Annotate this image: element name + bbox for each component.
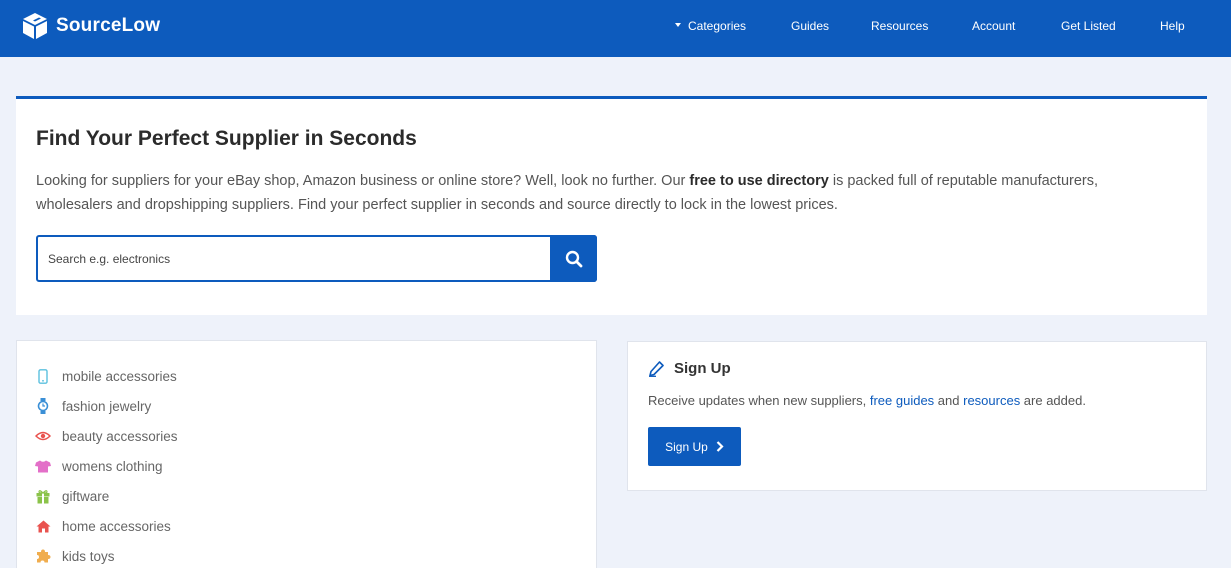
home-icon <box>35 518 51 534</box>
hero-description: Looking for suppliers for your eBay shop… <box>36 169 1176 217</box>
top-navbar: SourceLow Categories Guides Resources Ac… <box>0 0 1231 57</box>
signup-button-label: Sign Up <box>665 439 708 454</box>
nav-guides[interactable]: Guides <box>791 19 829 33</box>
category-item-home-accessories[interactable]: home accessories <box>35 511 178 541</box>
category-item-mobile-accessories[interactable]: mobile accessories <box>35 361 178 391</box>
signup-description: Receive updates when new suppliers, free… <box>648 393 1086 408</box>
resources-link[interactable]: resources <box>963 393 1020 408</box>
hero-text-bold: free to use directory <box>689 173 829 189</box>
gift-icon <box>35 488 51 504</box>
search-input[interactable] <box>38 237 551 280</box>
categories-card: mobile accessories fashion jewelry beaut… <box>16 340 597 568</box>
search-button[interactable] <box>550 235 597 282</box>
box-logo-icon <box>23 13 47 39</box>
signup-button[interactable]: Sign Up <box>648 427 741 466</box>
mobile-phone-icon <box>35 368 51 384</box>
signup-title: Sign Up <box>674 360 731 377</box>
category-item-fashion-jewelry[interactable]: fashion jewelry <box>35 391 178 421</box>
chevron-right-icon <box>716 441 724 452</box>
category-item-womens-clothing[interactable]: womens clothing <box>35 451 178 481</box>
nav-resources[interactable]: Resources <box>871 19 928 33</box>
nav-categories-label: Categories <box>688 19 747 33</box>
pencil-icon <box>649 360 664 377</box>
category-label: womens clothing <box>62 458 163 474</box>
signup-text-start: Receive updates when new suppliers, <box>648 393 870 408</box>
caret-down-icon <box>675 22 681 27</box>
signup-header: Sign Up <box>648 360 731 377</box>
watch-icon <box>35 398 51 414</box>
eye-icon <box>35 428 51 444</box>
nav-account[interactable]: Account <box>972 19 1015 33</box>
nav-get-listed[interactable]: Get Listed <box>1061 19 1116 33</box>
tshirt-icon <box>35 458 51 474</box>
nav-categories[interactable]: Categories <box>675 19 746 33</box>
puzzle-icon <box>35 548 51 564</box>
signup-text-mid: and <box>934 393 964 408</box>
category-list: mobile accessories fashion jewelry beaut… <box>35 361 178 568</box>
category-label: beauty accessories <box>62 428 178 444</box>
hero-text-start: Looking for suppliers for your eBay shop… <box>36 173 690 189</box>
category-item-giftware[interactable]: giftware <box>35 481 178 511</box>
signup-text-end: are added. <box>1020 393 1086 408</box>
search-icon <box>565 250 582 267</box>
category-label: kids toys <box>62 548 115 564</box>
category-item-kids-toys[interactable]: kids toys <box>35 541 178 568</box>
page-title: Find Your Perfect Supplier in Seconds <box>36 127 417 150</box>
category-label: home accessories <box>62 518 171 534</box>
category-item-beauty-accessories[interactable]: beauty accessories <box>35 421 178 451</box>
nav-help[interactable]: Help <box>1160 19 1185 33</box>
hero-panel: Find Your Perfect Supplier in Seconds Lo… <box>16 96 1207 315</box>
logo[interactable]: SourceLow <box>20 11 160 41</box>
free-guides-link[interactable]: free guides <box>870 393 934 408</box>
signup-card: Sign Up Receive updates when new supplie… <box>627 341 1207 491</box>
brand-name: SourceLow <box>56 15 161 36</box>
category-label: fashion jewelry <box>62 398 152 414</box>
category-label: mobile accessories <box>62 368 177 384</box>
category-label: giftware <box>62 488 110 504</box>
search-bar <box>36 235 597 282</box>
